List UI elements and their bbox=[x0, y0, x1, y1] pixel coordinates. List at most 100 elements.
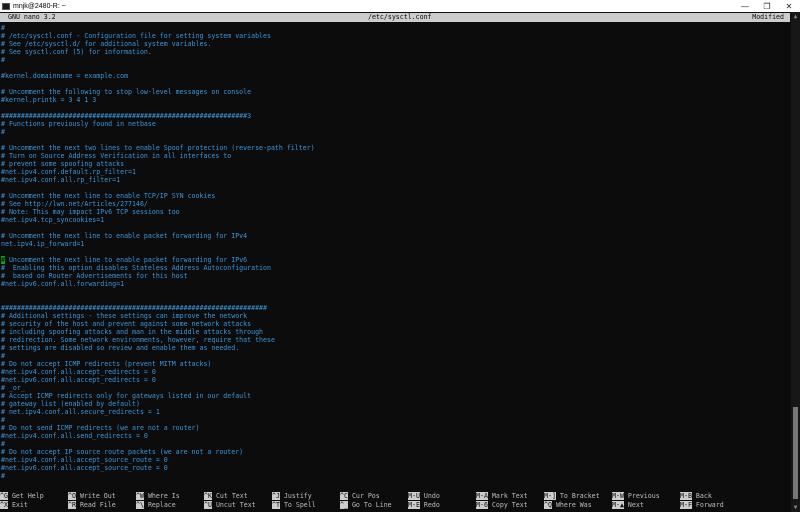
editor-line: # bbox=[1, 416, 5, 424]
editor-line-text: Uncomment the next line to enable packet… bbox=[4, 256, 248, 264]
shortcut-label: Where Is bbox=[147, 492, 180, 500]
file-name: /etc/sysctl.conf bbox=[368, 13, 432, 21]
editor-line: # See /etc/sysctl.d/ for additional syst… bbox=[1, 40, 212, 48]
shortcut-label: Exit bbox=[11, 501, 28, 509]
shortcut-item: M-A Mark Text bbox=[476, 492, 528, 500]
window-title-bar[interactable]: mnjk@2480-R: ~ — ❐ ✕ bbox=[0, 0, 800, 12]
maximize-button[interactable]: ❐ bbox=[756, 0, 778, 12]
editor-line: # gateway list (enabled by default) bbox=[1, 400, 140, 408]
shortcut-key: ^U bbox=[204, 501, 212, 509]
shortcut-key: M-E bbox=[408, 501, 420, 509]
shortcut-key: ^J bbox=[272, 492, 280, 500]
editor-line: # Uncomment the next line to enable pack… bbox=[1, 232, 248, 240]
shortcut-item: ^W Where Is bbox=[136, 492, 180, 500]
nano-version: GNU nano 3.2 bbox=[8, 13, 56, 21]
shortcut-item: ^R Read File bbox=[68, 501, 116, 509]
editor-line: #kernel.printk = 3 4 1 3 bbox=[1, 96, 97, 104]
editor-text-area[interactable]: # # /etc/sysctl.conf - Configuration file… bbox=[0, 24, 790, 486]
editor-line: # including spoofing attacks and man in … bbox=[1, 328, 264, 336]
shortcut-label: Mark Text bbox=[491, 492, 528, 500]
shortcut-label: Undo bbox=[423, 492, 440, 500]
shortcut-key: ^X bbox=[0, 501, 8, 509]
editor-line: ########################################… bbox=[1, 112, 252, 120]
shortcut-label: Copy Text bbox=[491, 501, 528, 509]
editor-line: # _or_ bbox=[1, 384, 25, 392]
editor-line: #net.ipv6.conf.all.accept_redirects = 0 bbox=[1, 376, 156, 384]
shortcut-item: ^U Uncut Text bbox=[204, 501, 256, 509]
shortcut-key: M-] bbox=[544, 492, 556, 500]
editor-line: #net.ipv4.conf.all.accept_source_route =… bbox=[1, 456, 168, 464]
shortcut-item: M-] To Bracket bbox=[544, 492, 600, 500]
shortcut-key: ^W bbox=[136, 492, 144, 500]
shortcut-label: Back bbox=[695, 492, 712, 500]
shortcut-item: ^X Exit bbox=[0, 501, 28, 509]
shortcut-label: Go To Line bbox=[351, 501, 392, 509]
editor-line: # bbox=[1, 24, 5, 32]
editor-line: #net.ipv4.conf.all.send_redirects = 0 bbox=[1, 432, 148, 440]
shortcut-label: Write Out bbox=[79, 492, 116, 500]
shortcut-label: Uncut Text bbox=[215, 501, 256, 509]
editor-line: # bbox=[1, 56, 5, 64]
shortcut-item: M-F Forward bbox=[680, 501, 724, 509]
shortcut-item: ^G Get Help bbox=[0, 492, 44, 500]
shortcut-key: M-6 bbox=[476, 501, 488, 509]
shortcut-key: ^T bbox=[272, 501, 280, 509]
editor-line: # Uncomment the next line to enable TCP/… bbox=[1, 192, 216, 200]
window-controls: — ❐ ✕ bbox=[734, 0, 800, 12]
editor-line: # Enabling this option disables Stateles… bbox=[1, 264, 271, 272]
shortcut-key: ^K bbox=[204, 492, 212, 500]
editor-line: net.ipv4.ip_forward=1 bbox=[1, 240, 85, 248]
vertical-scrollbar[interactable]: ▲ ▼ bbox=[791, 12, 800, 512]
shortcut-item: ^O Write Out bbox=[68, 492, 116, 500]
shortcut-key: M-B bbox=[680, 492, 692, 500]
editor-line: # Accept ICMP redirects only for gateway… bbox=[1, 392, 252, 400]
shortcut-key: ^O bbox=[68, 492, 76, 500]
shortcut-item: ^\ Replace bbox=[136, 501, 176, 509]
shortcut-key: ^R bbox=[68, 501, 76, 509]
shortcut-key: ^C bbox=[340, 492, 348, 500]
scroll-down-icon[interactable]: ▼ bbox=[791, 503, 800, 512]
scroll-up-icon[interactable]: ▲ bbox=[791, 12, 800, 21]
scrollbar-thumb[interactable] bbox=[793, 407, 798, 499]
editor-line: #net.ipv6.conf.all.accept_source_route =… bbox=[1, 464, 168, 472]
editor-line: # bbox=[1, 352, 5, 360]
editor-line: #net.ipv4.conf.default.rp_filter=1 bbox=[1, 168, 136, 176]
editor-line: # net.ipv4.conf.all.secure_redirects = 1 bbox=[1, 408, 160, 416]
editor-line: # Additional settings - these settings c… bbox=[1, 312, 248, 320]
terminal-icon bbox=[2, 2, 10, 10]
shortcut-label: Cur Pos bbox=[351, 492, 380, 500]
shortcut-label: Read File bbox=[79, 501, 116, 509]
editor-line: #kernel.domainname = example.com bbox=[1, 72, 129, 80]
editor-line: ########################################… bbox=[1, 304, 267, 312]
shortcut-label: Justify bbox=[283, 492, 312, 500]
shortcut-label: Next bbox=[627, 501, 644, 509]
minimize-button[interactable]: — bbox=[734, 0, 756, 12]
shortcut-item: M-U Undo bbox=[408, 492, 440, 500]
shortcut-key: M-U bbox=[408, 492, 420, 500]
shortcut-item: ^J Justify bbox=[272, 492, 312, 500]
shortcut-label: Forward bbox=[695, 501, 724, 509]
shortcut-key: ^\ bbox=[136, 501, 144, 509]
shortcut-key: ^_ bbox=[340, 501, 348, 509]
editor-line: # settings are disabled so review and en… bbox=[1, 344, 240, 352]
editor-line: #net.ipv4.tcp_syncookies=1 bbox=[1, 216, 105, 224]
shortcut-bar: ^G Get Help ^X Exit ^O Write Out ^R Read File ^W… bbox=[0, 492, 790, 510]
editor-line: # Do not accept ICMP redirects (prevent … bbox=[1, 360, 212, 368]
shortcut-item: ^K Cut Text bbox=[204, 492, 248, 500]
shortcut-key: M-W bbox=[612, 492, 624, 500]
shortcut-label: Redo bbox=[423, 501, 440, 509]
editor-line: # bbox=[1, 472, 5, 480]
shortcut-item: ^T To Spell bbox=[272, 501, 316, 509]
editor-line: # prevent some spoofing attacks bbox=[1, 160, 125, 168]
shortcut-label: Replace bbox=[147, 501, 176, 509]
shortcut-key: ^Q bbox=[544, 501, 552, 509]
close-button[interactable]: ✕ bbox=[778, 0, 800, 12]
shortcut-item: ^C Cur Pos bbox=[340, 492, 380, 500]
shortcut-item: M-B Back bbox=[680, 492, 712, 500]
shortcut-label: To Bracket bbox=[559, 492, 600, 500]
shortcut-label: Cut Text bbox=[215, 492, 248, 500]
shortcut-key: ^G bbox=[0, 492, 8, 500]
window-title: mnjk@2480-R: ~ bbox=[13, 2, 66, 10]
editor-line: # Uncomment the next two lines to enable… bbox=[1, 144, 315, 152]
shortcut-key: M-A bbox=[476, 492, 488, 500]
